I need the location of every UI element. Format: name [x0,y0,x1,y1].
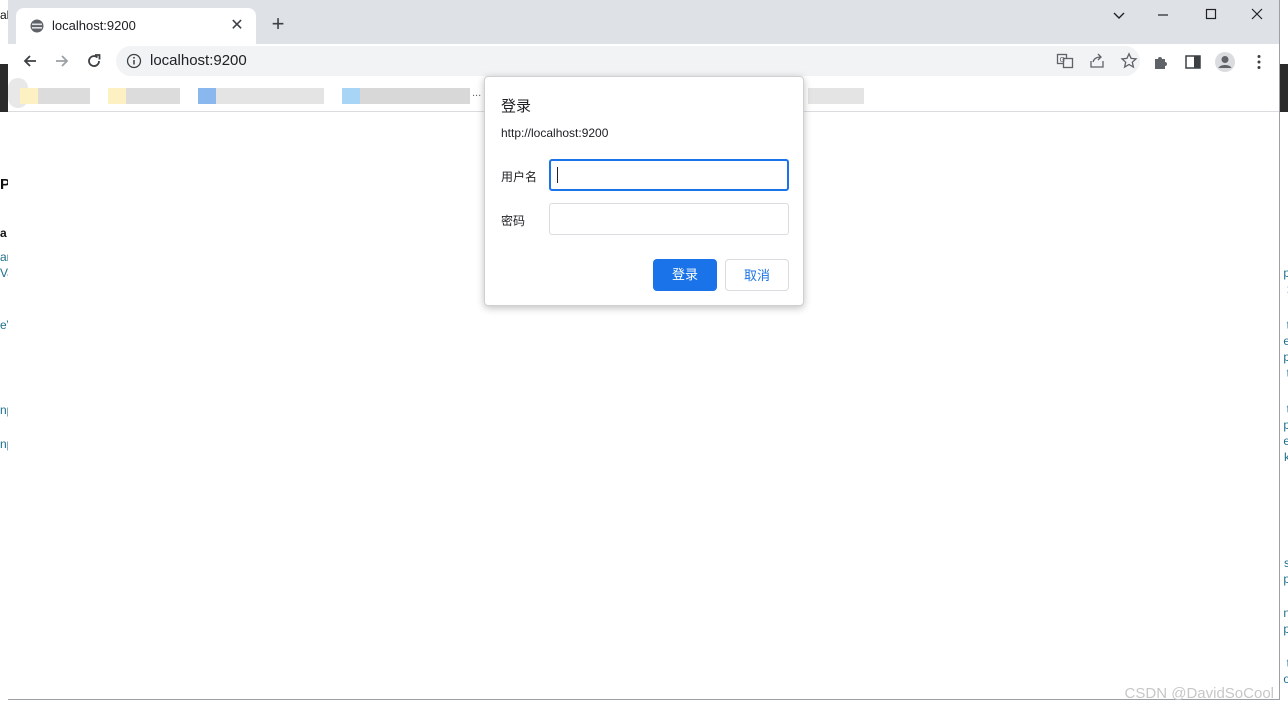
reload-button[interactable] [82,49,106,73]
login-button[interactable]: 登录 [653,259,717,291]
close-icon [1251,8,1263,20]
blurred-bookmark[interactable] [38,88,90,104]
dialog-origin: http://localhost:9200 [501,126,609,140]
background-fragment: p [1283,350,1288,364]
blurred-bookmark[interactable] [20,88,38,104]
chevron-down-icon [1113,12,1125,19]
username-field[interactable] [549,159,789,191]
background-dark-bar [0,64,8,112]
background-fragment: p [1283,266,1288,280]
background-fragment: e [1283,334,1288,348]
site-favicon-icon [30,19,44,33]
arrow-left-icon [23,55,36,67]
extensions-puzzle-icon[interactable] [1152,53,1170,71]
background-fragment: s [1284,556,1288,570]
blurred-bookmark[interactable] [216,88,324,104]
browser-toolbar: localhost:9200 G [8,44,1279,78]
background-page-right-edge: p : t e p t t p e k s p n p t o [1280,0,1288,708]
login-dialog: 登录 http://localhost:9200 用户名 密码 登录 取消 [484,76,804,306]
background-fragment: n [1283,606,1288,620]
minimize-icon [1158,14,1168,16]
password-field[interactable] [549,203,789,235]
maximize-icon [1205,8,1217,20]
blurred-bookmark[interactable] [360,88,470,104]
watermark: CSDN @DavidSoCool [1124,685,1274,702]
blurred-bookmark[interactable] [342,88,360,104]
arrow-right-icon [56,55,69,67]
share-icon[interactable] [1088,52,1106,70]
info-icon[interactable] [126,53,142,69]
background-fragment: p [1283,572,1288,586]
background-fragment: e [1283,434,1288,448]
bookmark-star-icon[interactable] [1120,52,1138,70]
browser-window: localhost:9200 ✕ + localhost:9200 G ... … [8,0,1280,700]
password-label: 密码 [501,214,526,228]
address-bar[interactable]: localhost:9200 G [116,46,1140,76]
background-fragment: p [1283,418,1288,432]
background-dark-bar [1280,64,1288,112]
translate-icon[interactable]: G [1056,52,1074,70]
blurred-bookmark[interactable] [126,88,180,104]
tab-close-icon[interactable]: ✕ [228,17,246,35]
url-text: localhost:9200 [150,52,247,69]
tab-localhost[interactable]: localhost:9200 ✕ [16,8,256,44]
cancel-button[interactable]: 取消 [725,259,789,291]
tab-search-button[interactable] [1096,2,1142,30]
side-panel-icon[interactable] [1184,53,1202,71]
bookmarks-overflow[interactable]: ... [472,87,481,99]
profile-avatar-icon[interactable] [1214,51,1236,73]
background-fragment: p [1283,622,1288,636]
blurred-bookmark[interactable] [808,88,864,104]
back-button[interactable] [18,49,42,73]
forward-button[interactable] [50,49,74,73]
tab-title: localhost:9200 [52,18,136,33]
more-menu-icon[interactable] [1250,53,1268,71]
blurred-bookmark[interactable] [198,88,216,104]
background-fragment: k [1284,450,1288,464]
background-page-left-edge: al P a ar Va eV np np [0,0,15,708]
blurred-bookmark[interactable] [108,88,126,104]
background-fragment: o [1283,672,1288,686]
text-caret [557,167,558,183]
close-window-button[interactable] [1234,2,1280,30]
tab-strip: localhost:9200 ✕ + [8,0,1279,44]
background-fragment: a [0,226,7,240]
minimize-button[interactable] [1140,2,1186,30]
new-tab-button[interactable]: + [266,12,290,36]
reload-icon [88,54,101,67]
dialog-title: 登录 [501,98,532,115]
username-label: 用户名 [501,170,538,184]
maximize-button[interactable] [1188,2,1234,30]
svg-text:G: G [1060,56,1065,64]
